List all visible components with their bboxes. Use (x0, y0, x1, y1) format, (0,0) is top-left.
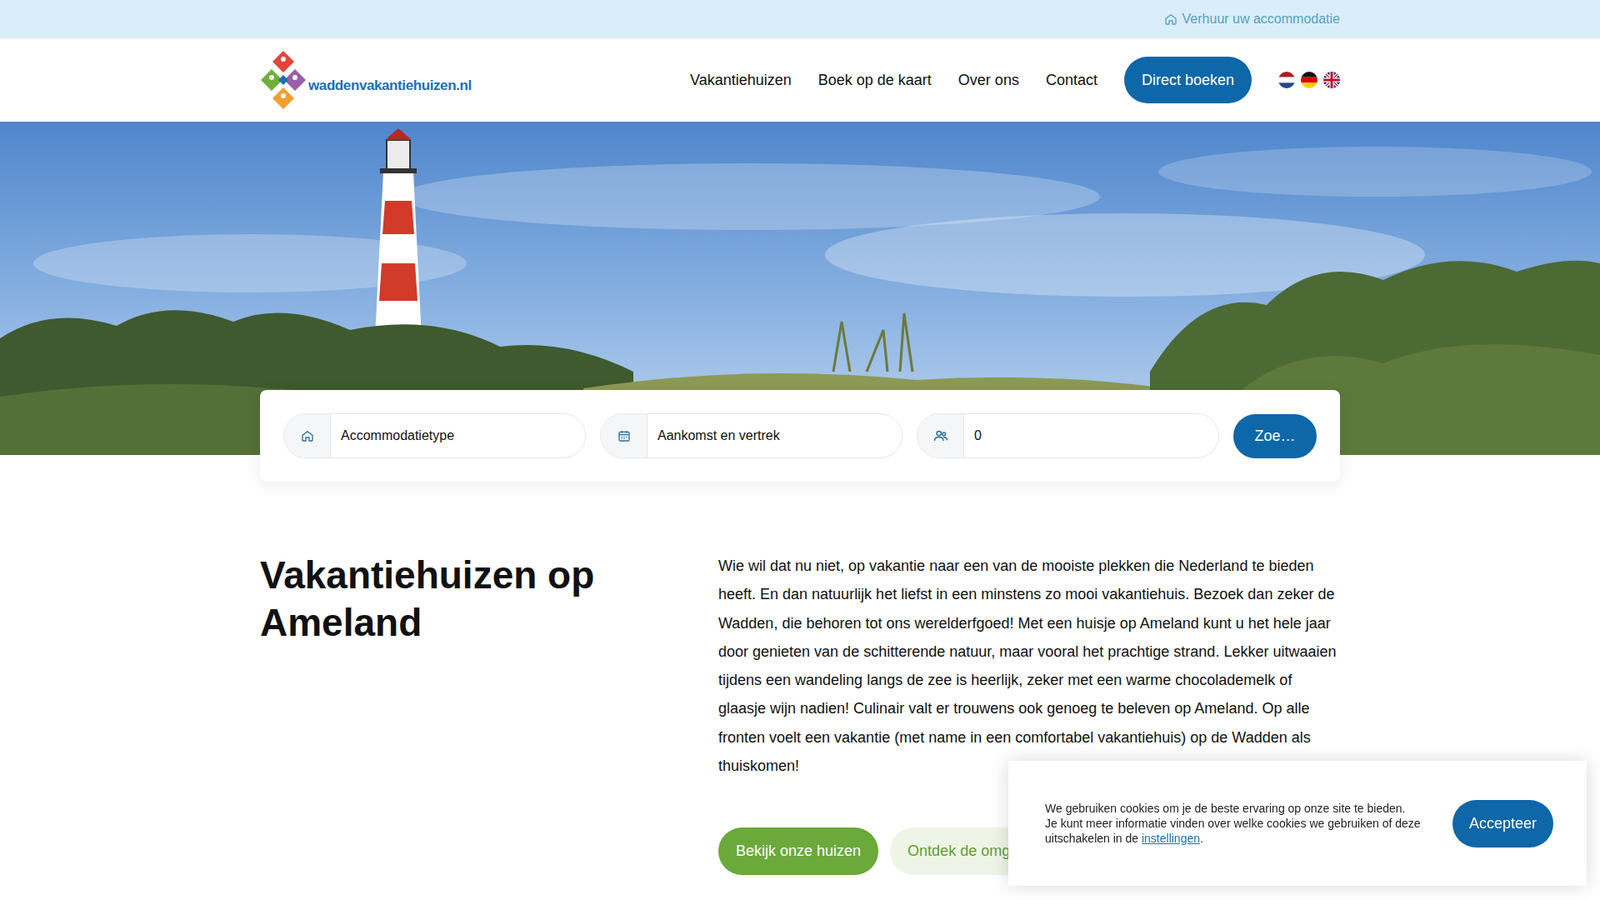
search-button[interactable]: Zoe… (1233, 414, 1317, 459)
language-option[interactable] (1323, 71, 1340, 89)
page: Verhuur uw accommodatie waddenvakantiehui… (0, 0, 1600, 900)
nav-item[interactable]: Boek op de kaart (818, 71, 932, 90)
home-icon (1164, 12, 1178, 26)
direct-book-button[interactable]: Direct boeken (1124, 56, 1252, 104)
cookie-banner: We gebruiken cookies om je de beste erva… (1008, 760, 1587, 886)
language-switcher (1278, 71, 1340, 89)
search-field-value: 0 (964, 414, 992, 458)
settings-link[interactable]: instellingen (1141, 831, 1200, 845)
search-field[interactable]: Accommodatietype (283, 413, 586, 459)
intro-title: Vakantiehuizen op Ameland (260, 551, 652, 875)
logo-icon (260, 50, 307, 110)
home-icon (300, 429, 315, 443)
calendar-icon (617, 429, 631, 443)
logo[interactable]: waddenvakantiehuizen.nl (260, 50, 472, 110)
search-field-value: Aankomst en vertrek (647, 414, 790, 458)
intro-text: Wie wil dat nu niet, op vakantie naar ee… (718, 551, 1340, 780)
logo-text: waddenvakantiehuizen.nl (308, 77, 472, 95)
nav-item[interactable]: Over ons (958, 71, 1020, 90)
search-field-value: Accommodatietype (330, 414, 465, 458)
main-nav: Vakantiehuizen Boek op de kaart Over ons Co… (690, 56, 1340, 104)
language-option[interactable] (1278, 71, 1295, 89)
accept-button[interactable]: Accepteer (1452, 800, 1554, 848)
dutch-flag-icon (1278, 71, 1295, 89)
header: waddenvakantiehuizen.nl Vakantiehuizen Boe… (0, 38, 1600, 122)
nav-item[interactable]: Vakantiehuizen (690, 71, 792, 90)
nav-item[interactable]: Contact (1045, 71, 1098, 90)
search-card: Accommodatietype Aankomst en vertrek 0 Zoe… (260, 390, 1340, 482)
search-field[interactable]: Aankomst en vertrek (600, 413, 903, 459)
guests-icon (933, 428, 949, 444)
uk-flag-icon (1323, 71, 1340, 89)
intro-button[interactable]: Bekijk onze huizen (718, 827, 879, 875)
cookie-text: We gebruiken cookies om je de beste erva… (1045, 800, 1421, 846)
search-field[interactable]: 0 (916, 413, 1220, 459)
language-option[interactable] (1300, 71, 1318, 89)
top-bar: Verhuur uw accommodatie (0, 0, 1600, 39)
rent-out-link[interactable]: Verhuur uw accommodatie (1164, 11, 1340, 27)
german-flag-icon (1300, 71, 1318, 89)
